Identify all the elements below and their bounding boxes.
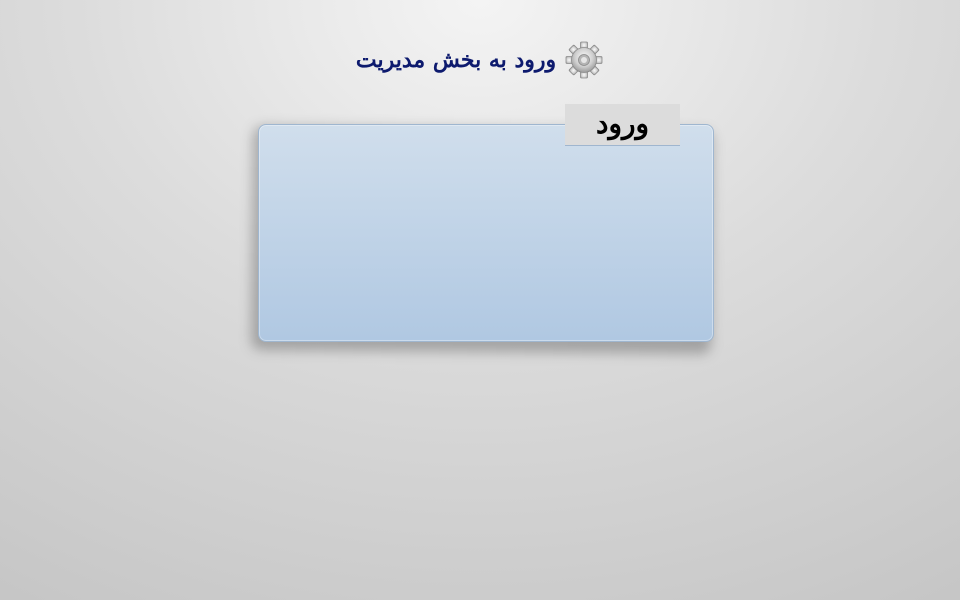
page-header: ورود به بخش مدیریت bbox=[0, 40, 960, 80]
gear-icon bbox=[564, 40, 604, 80]
login-tab[interactable]: ورود bbox=[565, 104, 680, 146]
page-title: ورود به بخش مدیریت bbox=[355, 47, 557, 73]
login-panel bbox=[258, 124, 714, 342]
login-tab-label: ورود bbox=[595, 107, 650, 140]
